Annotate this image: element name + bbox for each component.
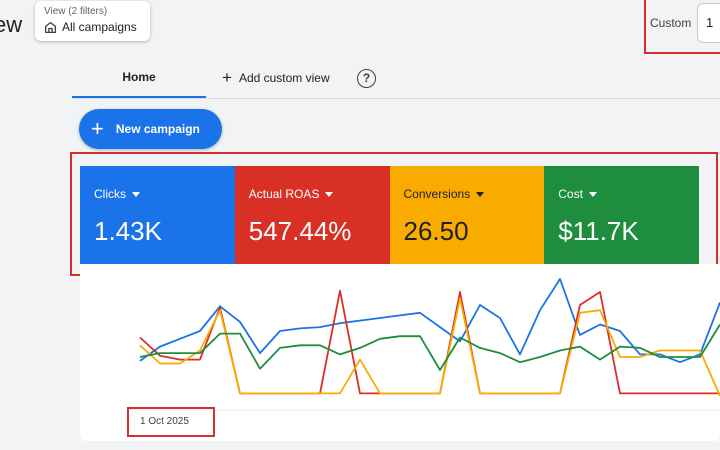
kpi-cost[interactable]: Cost $11.7K: [544, 166, 699, 264]
new-campaign-button[interactable]: + New campaign: [79, 109, 222, 149]
view-selector[interactable]: View (2 filters) All campaigns: [35, 1, 150, 41]
kpi-conversions-label: Conversions: [403, 187, 471, 201]
date-range-input[interactable]: 1: [697, 3, 720, 43]
help-icon[interactable]: ?: [357, 69, 376, 88]
caret-down-icon: [476, 191, 485, 197]
kpi-cost-selector[interactable]: Cost: [558, 187, 699, 201]
new-campaign-label: New campaign: [115, 122, 200, 136]
chart-series-line-0: [139, 278, 720, 364]
plus-icon: +: [91, 116, 104, 141]
view-selector-value: All campaigns: [62, 20, 137, 34]
kpi-cost-value: $11.7K: [558, 216, 639, 246]
page-title-fragment: ew: [0, 12, 23, 37]
view-tabs: Home + Add custom view ?: [72, 60, 720, 99]
view-selector-value-row: All campaigns: [44, 20, 137, 34]
kpi-conversions-value: 26.50: [403, 216, 469, 246]
view-filter-caption: View (2 filters): [44, 6, 108, 17]
kpi-roas-selector[interactable]: Actual ROAS: [249, 187, 390, 201]
caret-down-icon: [325, 191, 334, 197]
kpi-clicks-value: 1.43K: [94, 216, 162, 246]
kpi-clicks[interactable]: Clicks 1.43K: [80, 166, 235, 264]
date-range-label: Custom: [650, 16, 692, 30]
add-custom-view-label: Add custom view: [238, 71, 330, 85]
kpi-conversions-selector[interactable]: Conversions: [404, 187, 545, 201]
kpi-clicks-selector[interactable]: Clicks: [94, 187, 235, 201]
tab-home[interactable]: Home: [72, 60, 206, 98]
chart-x-start-label: 1 Oct 2025: [140, 416, 189, 427]
kpi-actual-roas[interactable]: Actual ROAS 547.44%: [234, 166, 390, 264]
kpi-clicks-label: Clicks: [94, 187, 126, 201]
kpi-roas-label: Actual ROAS: [248, 187, 320, 201]
plus-icon: +: [222, 68, 232, 87]
caret-down-icon: [588, 191, 597, 197]
kpi-roas-value: 547.44%: [248, 216, 352, 246]
caret-down-icon: [132, 191, 140, 197]
home-icon: [44, 21, 57, 33]
kpi-row: Clicks 1.43K Actual ROAS 547.44% Convers…: [80, 166, 699, 264]
add-custom-view-button[interactable]: + Add custom view: [222, 60, 330, 96]
chart-series-line-3: [139, 324, 720, 371]
kpi-conversions[interactable]: Conversions 26.50: [389, 166, 545, 264]
kpi-cost-label: Cost: [558, 187, 583, 201]
